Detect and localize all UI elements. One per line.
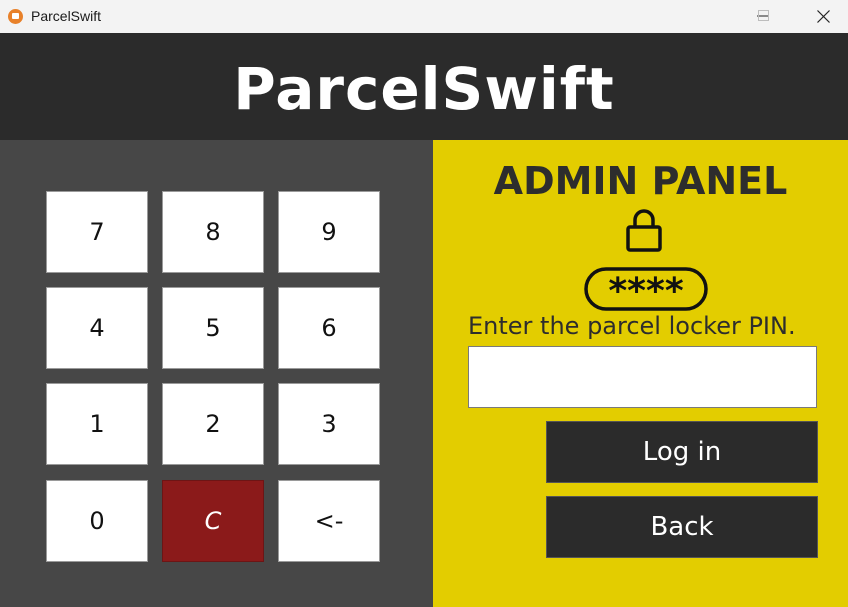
admin-panel-title: ADMIN PANEL xyxy=(493,159,788,203)
key-6[interactable]: 6 xyxy=(278,287,380,369)
login-button[interactable]: Log in xyxy=(546,421,818,483)
clear-key[interactable]: C xyxy=(162,480,264,562)
app-icon xyxy=(8,9,23,24)
padlock-icon xyxy=(626,209,662,252)
key-0[interactable]: 0 xyxy=(46,480,148,562)
close-button[interactable] xyxy=(800,0,846,33)
brand-title: ParcelSwift xyxy=(233,55,615,123)
key-5[interactable]: 5 xyxy=(162,287,264,369)
close-icon xyxy=(817,10,830,23)
key-8[interactable]: 8 xyxy=(162,191,264,273)
back-button[interactable]: Back xyxy=(546,496,818,558)
password-asterisks-icon: **** xyxy=(584,267,708,312)
window-title: ParcelSwift xyxy=(31,8,102,24)
keypad-panel: 7 8 9 4 5 6 1 2 3 0 C <- xyxy=(0,140,433,607)
key-4[interactable]: 4 xyxy=(46,287,148,369)
maximize-icon xyxy=(758,10,769,21)
backspace-key[interactable]: <- xyxy=(278,480,380,562)
key-3[interactable]: 3 xyxy=(278,383,380,465)
key-9[interactable]: 9 xyxy=(278,191,380,273)
maximize-button-area[interactable] xyxy=(741,0,787,33)
pin-input[interactable] xyxy=(468,346,817,408)
key-1[interactable]: 1 xyxy=(46,383,148,465)
admin-panel: ADMIN PANEL **** Enter the parcel locker… xyxy=(433,140,848,607)
pin-prompt-label: Enter the parcel locker PIN. xyxy=(468,312,796,340)
app-header: ParcelSwift xyxy=(0,33,848,140)
window-titlebar: ParcelSwift xyxy=(0,0,848,33)
key-2[interactable]: 2 xyxy=(162,383,264,465)
pin-symbol-text: **** xyxy=(608,271,683,312)
key-7[interactable]: 7 xyxy=(46,191,148,273)
